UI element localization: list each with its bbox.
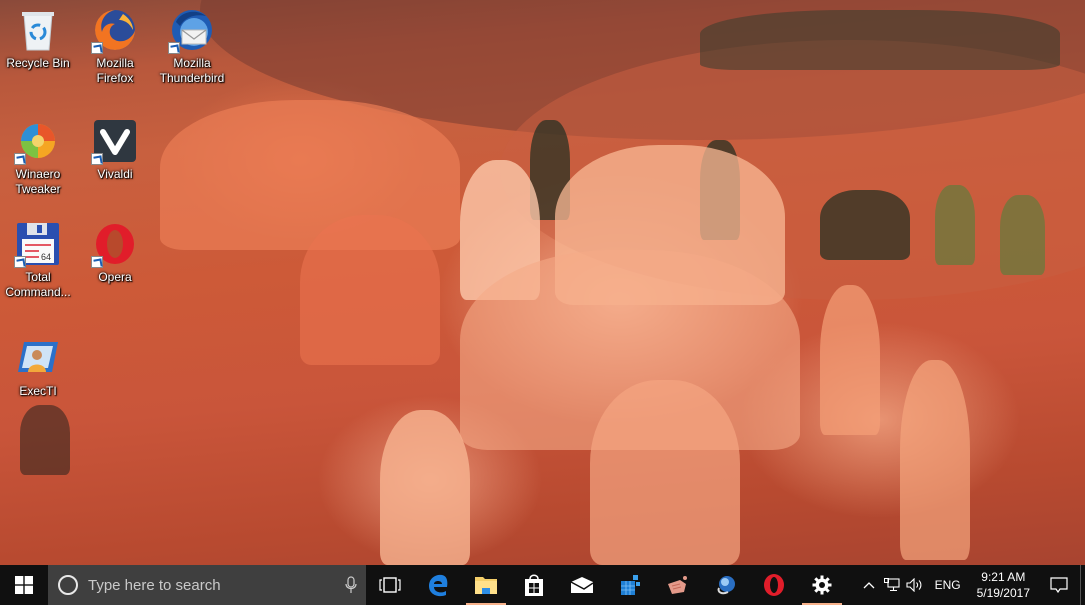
desktop-icon-label: Mozilla Thunderbird bbox=[159, 56, 225, 85]
task-view-button[interactable] bbox=[366, 565, 414, 605]
wallpaper-trees bbox=[1000, 195, 1045, 275]
exectl-icon bbox=[14, 334, 62, 382]
clock-time: 9:21 AM bbox=[981, 570, 1026, 584]
network-icon bbox=[883, 578, 900, 592]
input-language-indicator[interactable]: ENG bbox=[927, 565, 969, 605]
taskbar-mail[interactable] bbox=[558, 565, 606, 605]
thunderbird-icon bbox=[168, 6, 216, 54]
desktop-icon-label: ExecTI bbox=[19, 384, 57, 398]
shortcut-arrow-icon bbox=[14, 153, 26, 165]
magnifier-app-icon bbox=[717, 576, 735, 595]
desktop-icon-label: Opera bbox=[98, 270, 132, 284]
registry-icon bbox=[621, 575, 640, 595]
desktop-icon-vivaldi[interactable]: Vivaldi bbox=[77, 117, 153, 182]
desktop-icon-total-commander[interactable]: 64 Total Command... bbox=[0, 220, 76, 300]
taskbar-app-magnifier[interactable] bbox=[702, 565, 750, 605]
wallpaper-trees bbox=[935, 185, 975, 265]
show-hidden-icons-button[interactable] bbox=[857, 565, 881, 605]
taskbar-file-explorer[interactable] bbox=[462, 565, 510, 605]
wallpaper-hoodoo bbox=[900, 360, 970, 560]
taskbar-registry-editor[interactable] bbox=[606, 565, 654, 605]
clock-date: 5/19/2017 bbox=[976, 586, 1030, 600]
action-center-button[interactable] bbox=[1038, 565, 1080, 605]
desktop-icon-winaero-tweaker[interactable]: Winaero Tweaker bbox=[0, 117, 76, 197]
network-button[interactable] bbox=[881, 565, 903, 605]
wallpaper-hoodoo bbox=[590, 380, 740, 565]
wallpaper-hoodoo bbox=[380, 410, 470, 565]
wallpaper-hoodoo bbox=[820, 285, 880, 435]
desktop-icon-label: Total Command... bbox=[5, 270, 71, 299]
start-button[interactable] bbox=[0, 565, 48, 605]
taskbar-edge[interactable] bbox=[414, 565, 462, 605]
desktop-icon-label: Winaero Tweaker bbox=[15, 167, 61, 196]
taskbar: Type here to search ENG 9:21 AM 5/19/201… bbox=[0, 565, 1085, 605]
wallpaper-hoodoo bbox=[300, 215, 440, 365]
taskbar-app-hand[interactable] bbox=[654, 565, 702, 605]
winaero-tweaker-icon bbox=[14, 117, 62, 165]
desktop-icon-label: Recycle Bin bbox=[6, 56, 70, 70]
desktop-icon-opera[interactable]: Opera bbox=[77, 220, 153, 285]
system-tray: ENG 9:21 AM 5/19/2017 bbox=[857, 565, 1085, 605]
mail-icon bbox=[570, 577, 594, 593]
edge-icon bbox=[429, 574, 448, 597]
shortcut-arrow-icon bbox=[168, 42, 180, 54]
notification-icon bbox=[1050, 577, 1068, 593]
desktop-icon-firefox[interactable]: Mozilla Firefox bbox=[77, 6, 153, 86]
microphone-icon[interactable] bbox=[336, 576, 366, 594]
shortcut-arrow-icon bbox=[91, 153, 103, 165]
clock[interactable]: 9:21 AM 5/19/2017 bbox=[969, 569, 1038, 601]
wallpaper-trees bbox=[820, 190, 910, 260]
search-box[interactable]: Type here to search bbox=[48, 565, 366, 605]
shortcut-arrow-icon bbox=[14, 256, 26, 268]
opera-icon bbox=[91, 220, 139, 268]
desktop-icon-label: Mozilla Firefox bbox=[96, 56, 134, 85]
svg-text:64: 64 bbox=[41, 252, 51, 262]
firefox-icon bbox=[91, 6, 139, 54]
shortcut-arrow-icon bbox=[91, 256, 103, 268]
taskbar-settings[interactable] bbox=[798, 565, 846, 605]
total-commander-icon: 64 bbox=[14, 220, 62, 268]
taskbar-opera[interactable] bbox=[750, 565, 798, 605]
show-desktop-button[interactable] bbox=[1080, 565, 1085, 605]
hand-app-icon bbox=[668, 576, 687, 594]
desktop-icon-label: Vivaldi bbox=[97, 167, 133, 181]
desktop-icon-thunderbird[interactable]: Mozilla Thunderbird bbox=[154, 6, 230, 86]
search-placeholder[interactable]: Type here to search bbox=[88, 577, 336, 594]
wallpaper-trees bbox=[20, 405, 70, 475]
cortana-icon[interactable] bbox=[58, 575, 78, 595]
wallpaper-hoodoo bbox=[160, 100, 460, 250]
shortcut-arrow-icon bbox=[91, 42, 103, 54]
folder-icon bbox=[475, 577, 497, 594]
task-view-icon bbox=[379, 577, 401, 593]
desktop-icon-recycle-bin[interactable]: Recycle Bin bbox=[0, 6, 76, 71]
store-icon bbox=[525, 574, 543, 596]
windows-logo-icon bbox=[15, 576, 33, 594]
volume-icon bbox=[906, 578, 922, 592]
wallpaper-trees bbox=[700, 10, 1060, 70]
desktop-icon-exectl[interactable]: ExecTI bbox=[0, 334, 76, 399]
recycle-bin-icon bbox=[14, 6, 62, 54]
vivaldi-icon bbox=[91, 117, 139, 165]
chevron-up-icon bbox=[863, 582, 875, 589]
taskbar-store[interactable] bbox=[510, 565, 558, 605]
volume-button[interactable] bbox=[903, 565, 927, 605]
gear-icon bbox=[812, 575, 832, 595]
opera-icon bbox=[764, 574, 784, 596]
